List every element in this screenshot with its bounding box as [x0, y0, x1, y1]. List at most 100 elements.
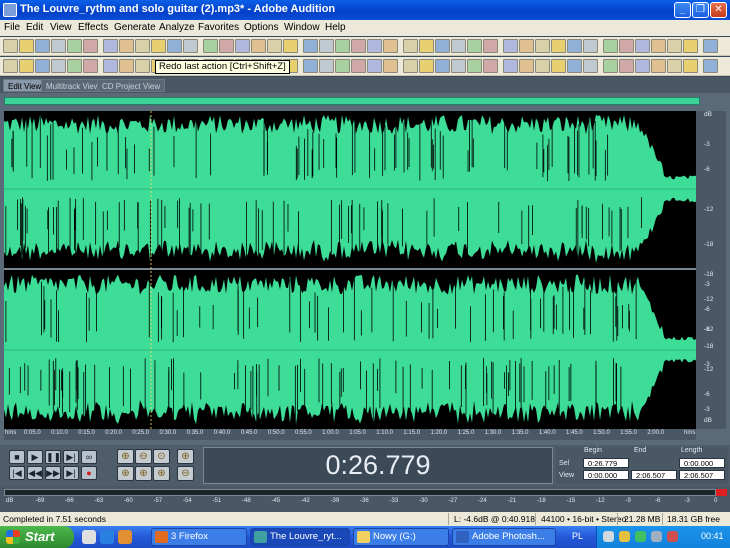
toolbar-button[interactable]: [619, 39, 634, 53]
pause-button[interactable]: ❚❚: [45, 450, 61, 464]
toolbar-button[interactable]: [367, 59, 382, 73]
menu-options[interactable]: Options: [244, 22, 278, 33]
desktop-icon[interactable]: [82, 530, 96, 544]
network-icon[interactable]: [603, 531, 614, 542]
taskbar-item-audition[interactable]: The Louvre_ryt...: [250, 528, 350, 546]
toolbar-button[interactable]: [183, 39, 198, 53]
toolbar-button[interactable]: [283, 39, 298, 53]
taskbar-item-photoshop[interactable]: Adobe Photosh...: [452, 528, 556, 546]
toolbar-button[interactable]: [67, 59, 82, 73]
toolbar-button[interactable]: [119, 59, 134, 73]
toolbar-button[interactable]: [67, 39, 82, 53]
loop-button[interactable]: ∞: [81, 450, 97, 464]
waveform-display[interactable]: [4, 111, 696, 429]
go-to-end-button[interactable]: ▶|: [63, 466, 79, 480]
go-to-beginning-button[interactable]: |◀: [9, 466, 25, 480]
zoom-out-horizontal-icon[interactable]: ⊖: [135, 449, 152, 464]
toolbar-button[interactable]: [103, 59, 118, 73]
menu-effects[interactable]: Effects: [78, 22, 108, 33]
toolbar-button[interactable]: [83, 59, 98, 73]
menu-help[interactable]: Help: [325, 22, 346, 33]
toolbar-button[interactable]: [435, 39, 450, 53]
toolbar-button[interactable]: [351, 39, 366, 53]
toolbar-button[interactable]: [35, 39, 50, 53]
security-icon[interactable]: [635, 531, 646, 542]
language-indicator[interactable]: PL: [572, 531, 583, 541]
zoom-full-icon[interactable]: ⊙: [153, 449, 170, 464]
close-button[interactable]: ✕: [710, 2, 727, 18]
toolbar-button[interactable]: [367, 39, 382, 53]
toolbar-button[interactable]: [335, 39, 350, 53]
volume-icon[interactable]: [619, 531, 630, 542]
toolbar-button[interactable]: [667, 59, 682, 73]
toolbar-button[interactable]: [683, 59, 698, 73]
toolbar-button[interactable]: [83, 39, 98, 53]
audition-app-icon[interactable]: [3, 3, 17, 17]
toolbar-button[interactable]: [583, 39, 598, 53]
ie-icon[interactable]: [100, 530, 114, 544]
sel-length-field[interactable]: 0:00.000: [679, 458, 725, 468]
menu-view[interactable]: View: [50, 22, 72, 33]
toolbar-button[interactable]: [303, 59, 318, 73]
menu-analyze[interactable]: Analyze: [159, 22, 195, 33]
toolbar-button[interactable]: [135, 59, 150, 73]
toolbar-button[interactable]: [535, 59, 550, 73]
toolbar-button[interactable]: [519, 59, 534, 73]
zoom-selection-icon[interactable]: ⊕: [153, 466, 170, 481]
toolbar-button[interactable]: [403, 59, 418, 73]
restore-button[interactable]: ❐: [692, 2, 709, 18]
toolbar-button[interactable]: [635, 39, 650, 53]
tab-edit-view[interactable]: Edit View: [3, 79, 47, 92]
tab-cd-project-view[interactable]: CD Project View: [97, 79, 166, 92]
update-icon[interactable]: [667, 531, 678, 542]
title-bar[interactable]: The Louvre_rythm and solo guitar (2).mp3…: [0, 0, 730, 20]
toolbar-button[interactable]: [651, 59, 666, 73]
media-icon[interactable]: [118, 530, 132, 544]
view-begin-field[interactable]: 0:00.000: [583, 470, 629, 480]
toolbar-button[interactable]: [551, 59, 566, 73]
toolbar-button[interactable]: [267, 39, 282, 53]
toolbar-button[interactable]: [119, 39, 134, 53]
zoom-left-icon[interactable]: ⊕: [117, 466, 134, 481]
toolbar-button[interactable]: [203, 39, 218, 53]
zoom-right-icon[interactable]: ⊕: [135, 466, 152, 481]
toolbar-button[interactable]: [703, 39, 718, 53]
toolbar-button[interactable]: [419, 59, 434, 73]
toolbar-button[interactable]: [335, 59, 350, 73]
toolbar-button[interactable]: [403, 39, 418, 53]
toolbar-button[interactable]: [235, 39, 250, 53]
toolbar-button[interactable]: [151, 39, 166, 53]
toolbar-button[interactable]: [603, 39, 618, 53]
fast-forward-button[interactable]: ▶▶: [45, 466, 61, 480]
toolbar-button[interactable]: [503, 59, 518, 73]
toolbar-button[interactable]: [467, 59, 482, 73]
toolbar-button[interactable]: [3, 59, 18, 73]
toolbar-button[interactable]: [419, 39, 434, 53]
toolbar-button[interactable]: [451, 39, 466, 53]
toolbar-button[interactable]: [103, 39, 118, 53]
menu-edit[interactable]: Edit: [26, 22, 43, 33]
record-button[interactable]: ●: [81, 466, 97, 480]
toolbar-button[interactable]: [383, 59, 398, 73]
zoom-out-vertical-icon[interactable]: ⊖: [177, 466, 194, 481]
toolbar-button[interactable]: [219, 39, 234, 53]
rewind-button[interactable]: ◀◀: [27, 466, 43, 480]
toolbar-button[interactable]: [519, 39, 534, 53]
toolbar-button[interactable]: [483, 59, 498, 73]
clip-indicator[interactable]: [716, 489, 727, 496]
toolbar-button[interactable]: [703, 59, 718, 73]
waveform-overview-bar[interactable]: [4, 97, 700, 105]
toolbar-button[interactable]: [351, 59, 366, 73]
sel-end-field[interactable]: [631, 458, 677, 468]
toolbar-button[interactable]: [567, 39, 582, 53]
toolbar-button[interactable]: [635, 59, 650, 73]
toolbar-button[interactable]: [319, 39, 334, 53]
toolbar-button[interactable]: [503, 39, 518, 53]
tab-multitrack-view[interactable]: Multitrack View: [41, 79, 105, 92]
minimize-button[interactable]: _: [674, 2, 691, 18]
zoom-in-horizontal-icon[interactable]: ⊕: [117, 449, 134, 464]
zoom-in-vertical-icon[interactable]: ⊕: [177, 449, 194, 464]
toolbar-button[interactable]: [667, 39, 682, 53]
menu-window[interactable]: Window: [284, 22, 320, 33]
device-icon[interactable]: [651, 531, 662, 542]
